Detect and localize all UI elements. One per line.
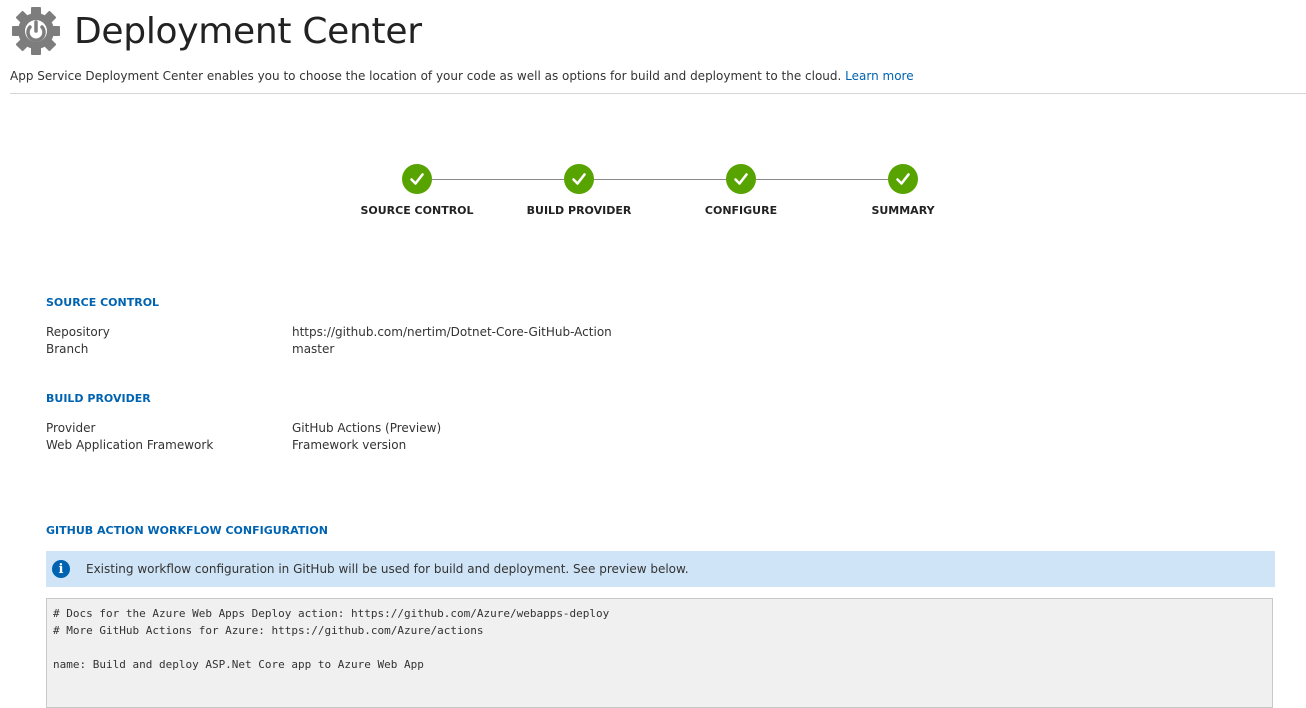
build-provider-heading: BUILD PROVIDER — [46, 392, 151, 405]
checkmark-icon — [734, 173, 748, 185]
code-line: # Docs for the Azure Web Apps Deploy act… — [53, 607, 610, 620]
step-label-source-control[interactable]: SOURCE CONTROL — [337, 204, 497, 217]
checkmark-icon — [410, 173, 424, 185]
checkmark-icon — [896, 173, 910, 185]
learn-more-link[interactable]: Learn more — [845, 69, 913, 83]
description-text: App Service Deployment Center enables yo… — [10, 69, 842, 83]
page-title: Deployment Center — [74, 10, 422, 52]
source-control-heading: SOURCE CONTROL — [46, 296, 160, 309]
checkmark-icon — [572, 173, 586, 185]
provider-label: Provider — [46, 421, 96, 435]
gear-icon — [12, 7, 60, 55]
step-connector — [594, 179, 726, 180]
repository-label: Repository — [46, 325, 110, 339]
provider-value: GitHub Actions (Preview) — [292, 421, 442, 435]
framework-value: Framework version — [292, 438, 407, 452]
code-line: # More GitHub Actions for Azure: https:/… — [53, 624, 484, 637]
step-label-configure[interactable]: CONFIGURE — [661, 204, 821, 217]
workflow-info-text: Existing workflow configuration in GitHu… — [86, 562, 689, 576]
step-label-build-provider[interactable]: BUILD PROVIDER — [499, 204, 659, 217]
info-icon: i — [52, 560, 70, 578]
framework-label: Web Application Framework — [46, 438, 214, 452]
repository-value: https://github.com/nertim/Dotnet-Core-Gi… — [292, 325, 612, 339]
page-description: App Service Deployment Center enables yo… — [10, 69, 914, 83]
step-label-summary[interactable]: SUMMARY — [823, 204, 983, 217]
workflow-info-banner: i Existing workflow configuration in Git… — [46, 551, 1275, 587]
step-summary-status — [888, 164, 918, 194]
workflow-config-heading: GITHUB ACTION WORKFLOW CONFIGURATION — [46, 524, 328, 537]
page-header: Deployment Center — [10, 3, 422, 59]
step-build-provider-status — [564, 164, 594, 194]
step-connector — [756, 179, 888, 180]
step-source-control-status — [402, 164, 432, 194]
branch-label: Branch — [46, 342, 89, 356]
step-connector — [432, 179, 564, 180]
header-divider — [10, 93, 1306, 94]
code-line: name: Build and deploy ASP.Net Core app … — [53, 658, 424, 671]
workflow-preview-code[interactable]: # Docs for the Azure Web Apps Deploy act… — [46, 598, 1273, 708]
branch-value: master — [292, 342, 335, 356]
step-configure-status — [726, 164, 756, 194]
